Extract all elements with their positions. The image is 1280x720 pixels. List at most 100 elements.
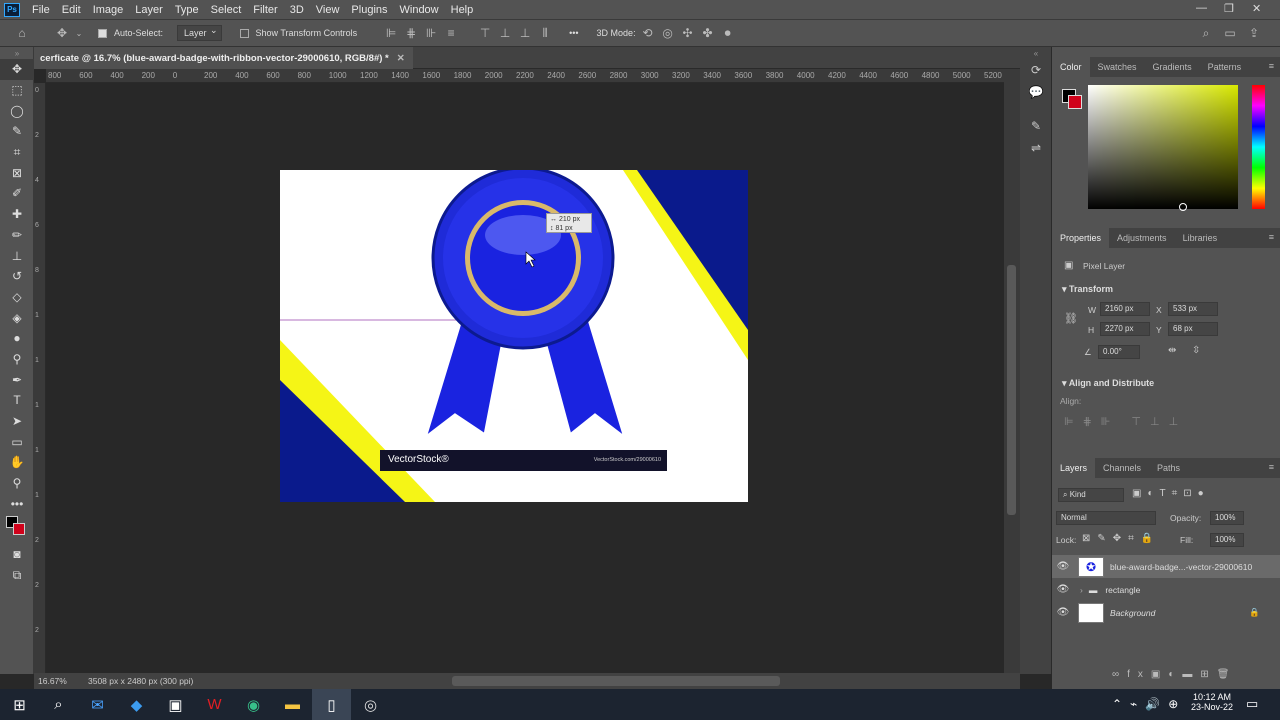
auto-select-target-dropdown[interactable]: Layer	[177, 25, 222, 41]
layer-name[interactable]: blue-award-badge...-vector-29000610	[1110, 562, 1252, 572]
menu-plugins[interactable]: Plugins	[345, 4, 393, 16]
vscode-icon[interactable]: ◆	[117, 689, 156, 720]
edge-icon[interactable]: ◉	[234, 689, 273, 720]
zoom-tool-icon[interactable]: ⚲	[0, 473, 34, 494]
3d-pan-icon[interactable]: ✣	[680, 26, 696, 40]
clock[interactable]: 10:12 AM 23-Nov-22	[1188, 692, 1236, 712]
color-picker-handle[interactable]	[1179, 203, 1187, 211]
dodge-tool-icon[interactable]: ⚲	[0, 349, 34, 370]
zoom-level[interactable]: 16.67%	[38, 676, 88, 686]
align-right-icon[interactable]: ⊪	[423, 26, 439, 40]
flip-horizontal-icon[interactable]: ⇹	[1168, 345, 1176, 356]
blend-mode-dropdown[interactable]: Normal	[1056, 511, 1156, 525]
horizontal-scroll-thumb[interactable]	[452, 676, 780, 686]
tab-patterns[interactable]: Patterns	[1200, 57, 1250, 77]
document-canvas[interactable]: VectorStock® VectorStock.com/29000610 ↔ …	[280, 170, 748, 502]
hand-tool-icon[interactable]: ✋	[0, 452, 34, 473]
align-bottom-icon[interactable]: ⊥	[517, 26, 533, 40]
layer-row[interactable]: 👁 Background 🔒	[1052, 601, 1280, 624]
wps-icon[interactable]: W	[195, 689, 234, 720]
path-select-tool-icon[interactable]: ➤	[0, 411, 34, 432]
frame-tool-icon[interactable]: ⊠	[0, 162, 34, 183]
menu-view[interactable]: View	[310, 4, 346, 16]
3d-slide-icon[interactable]: ✤	[700, 26, 716, 40]
marquee-tool-icon[interactable]: ⬚	[0, 80, 34, 101]
layer-name[interactable]: rectangle	[1105, 585, 1140, 595]
opacity-field[interactable]: 100%	[1210, 511, 1244, 525]
align-buttons[interactable]: ⊫⋕⊪ ⊤⊥⊥	[1064, 415, 1187, 428]
comments-panel-icon[interactable]: 💬	[1020, 81, 1052, 103]
crop-tool-icon[interactable]: ⌗	[0, 142, 34, 163]
auto-select-checkbox[interactable]	[98, 28, 107, 38]
tab-color[interactable]: Color	[1052, 57, 1090, 77]
pen-tool-icon[interactable]: ✒	[0, 369, 34, 390]
menu-select[interactable]: Select	[205, 4, 248, 16]
y-field[interactable]: 68 px	[1168, 322, 1218, 336]
chevron-down-icon[interactable]: ⌄	[74, 29, 84, 38]
home-icon[interactable]: ⌂	[14, 26, 30, 40]
store-icon[interactable]: ▣	[156, 689, 195, 720]
bg-color-swatch[interactable]	[1068, 95, 1082, 109]
menu-layer[interactable]: Layer	[129, 4, 169, 16]
width-field[interactable]: 2160 px	[1100, 302, 1150, 316]
tab-gradients[interactable]: Gradients	[1145, 57, 1200, 77]
chevron-right-icon[interactable]: ›	[1080, 585, 1083, 595]
vertical-scroll-thumb[interactable]	[1007, 265, 1016, 515]
search-icon[interactable]: ⌕	[39, 689, 78, 720]
healing-tool-icon[interactable]: ✚	[0, 204, 34, 225]
move-tool-icon[interactable]: ✥	[0, 59, 34, 80]
more-options-button[interactable]: •••	[569, 28, 578, 38]
close-tab-icon[interactable]: ✕	[397, 53, 405, 64]
tab-swatches[interactable]: Swatches	[1090, 57, 1145, 77]
collapse-icon[interactable]: »	[0, 47, 34, 59]
menu-3d[interactable]: 3D	[284, 4, 310, 16]
adjust-panel-icon[interactable]: ⇌	[1020, 137, 1052, 159]
height-field[interactable]: 2270 px	[1100, 322, 1150, 336]
eye-icon[interactable]: 👁	[1052, 561, 1074, 572]
flip-vertical-icon[interactable]: ⇳	[1192, 345, 1200, 356]
menu-filter[interactable]: Filter	[247, 4, 283, 16]
brush-settings-icon[interactable]: ✎	[1020, 115, 1052, 137]
gradient-tool-icon[interactable]: ◈	[0, 307, 34, 328]
menu-window[interactable]: Window	[394, 4, 445, 16]
eraser-tool-icon[interactable]: ◇	[0, 287, 34, 308]
link-icon[interactable]: ⛓	[1064, 312, 1078, 325]
workspace-icon[interactable]: ▭	[1222, 26, 1238, 40]
tab-layers[interactable]: Layers	[1052, 458, 1096, 478]
document-info[interactable]: 3508 px x 2480 px (300 ppi)	[88, 676, 193, 686]
move-tool-icon[interactable]: ✥	[54, 26, 70, 40]
eye-icon[interactable]: 👁	[1052, 607, 1074, 618]
blur-tool-icon[interactable]: ●	[0, 328, 34, 349]
tab-properties[interactable]: Properties	[1052, 228, 1110, 248]
quick-mask-icon[interactable]: ◙	[0, 544, 34, 565]
3d-orbit-icon[interactable]: ⟲	[640, 26, 656, 40]
eyedropper-tool-icon[interactable]: ✐	[0, 183, 34, 204]
history-brush-icon[interactable]: ↺	[0, 266, 34, 287]
panel-menu-icon[interactable]: ≡	[1269, 462, 1274, 472]
brush-tool-icon[interactable]: ✏	[0, 225, 34, 246]
notepad-icon[interactable]: ▯	[312, 689, 351, 720]
share-icon[interactable]: ⇪	[1246, 26, 1262, 40]
tab-channels[interactable]: Channels	[1095, 458, 1149, 478]
layer-name[interactable]: Background	[1110, 608, 1155, 618]
menu-edit[interactable]: Edit	[56, 4, 87, 16]
3d-camera-icon[interactable]: ⏺	[720, 26, 736, 41]
stamp-tool-icon[interactable]: ⊥	[0, 245, 34, 266]
screen-mode-icon[interactable]: ⧉	[0, 565, 34, 586]
background-color-icon[interactable]	[13, 523, 25, 536]
chrome-like-icon[interactable]: ◎	[351, 689, 390, 720]
minimize-button[interactable]: —	[1196, 2, 1207, 14]
3d-roll-icon[interactable]: ◎	[660, 26, 676, 40]
lasso-tool-icon[interactable]: ◯	[0, 100, 34, 121]
tab-paths[interactable]: Paths	[1149, 458, 1188, 478]
menu-file[interactable]: File	[26, 4, 56, 16]
align-center-icon[interactable]: ⋕	[403, 26, 419, 40]
transform-section-title[interactable]: ▾ Transform	[1062, 284, 1113, 295]
file-explorer-icon[interactable]: ▬	[273, 689, 312, 720]
color-field[interactable]	[1088, 85, 1238, 209]
color-swatches[interactable]	[0, 514, 34, 544]
menu-help[interactable]: Help	[445, 4, 480, 16]
eye-icon[interactable]: 👁	[1052, 584, 1074, 595]
document-tab[interactable]: cerficate @ 16.7% (blue-award-badge-with…	[34, 47, 413, 69]
hue-slider[interactable]	[1252, 85, 1265, 209]
